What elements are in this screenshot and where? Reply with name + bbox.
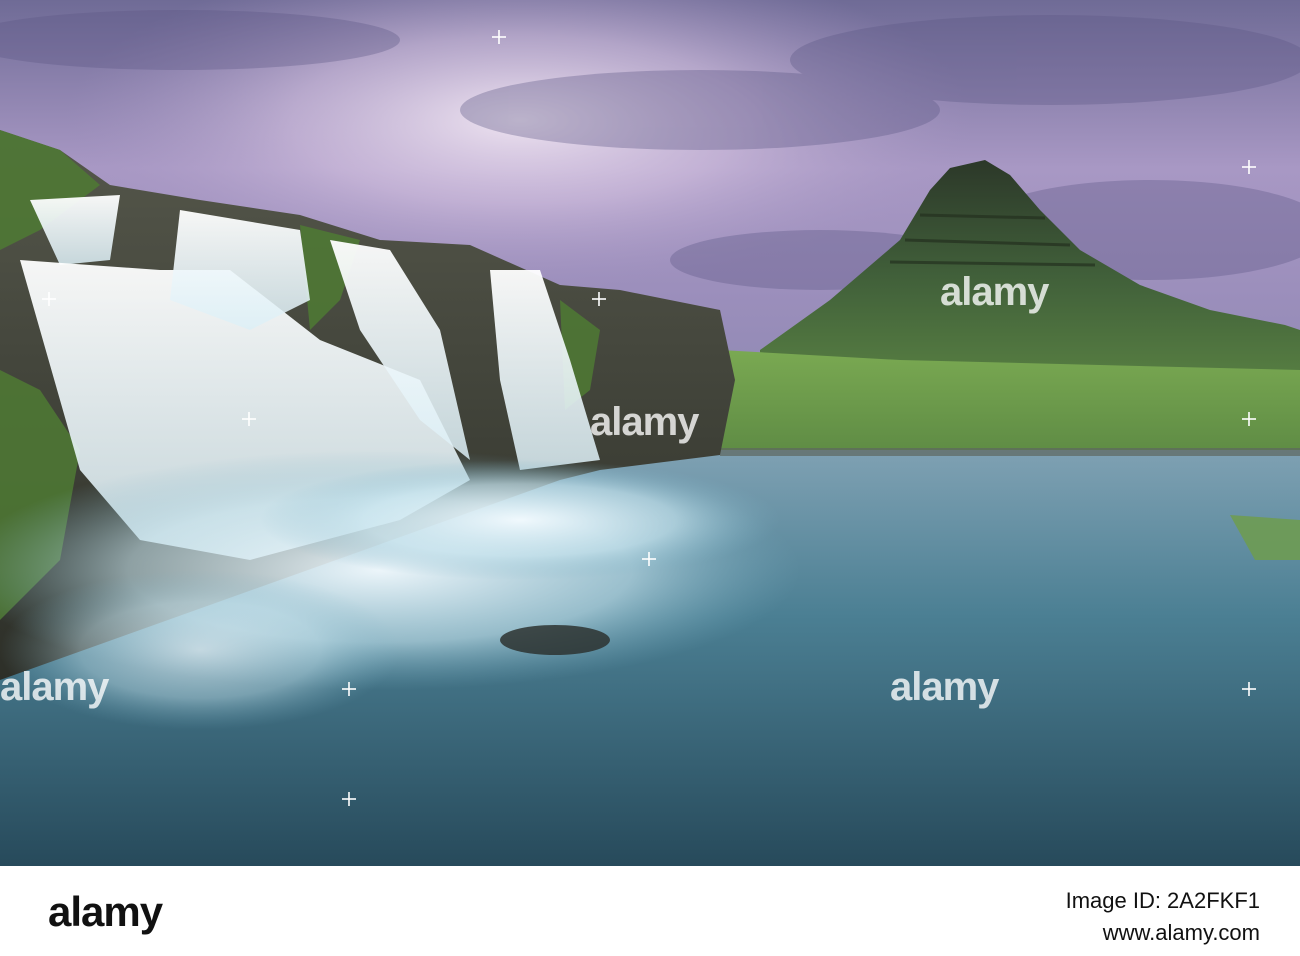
watermark-plus-icon (592, 292, 606, 306)
river-bank (720, 448, 1300, 456)
watermark-plus-icon (42, 292, 56, 306)
watermark-plus-icon (1242, 412, 1256, 426)
image-id: Image ID: 2A2FKF1 (1065, 888, 1260, 913)
footer-bar: alamy Image ID: 2A2FKF1 www.alamy.com (0, 866, 1300, 956)
watermark-plus-icon (642, 552, 656, 566)
watermark-bottom-right: alamy (890, 665, 999, 709)
watermark-center: alamy (590, 400, 699, 444)
foam-spray (260, 460, 780, 580)
watermark-plus-icon (492, 30, 506, 44)
river-rock (500, 625, 610, 655)
watermark-plus-icon (242, 412, 256, 426)
site-url[interactable]: www.alamy.com (1103, 920, 1260, 946)
watermark-plus-icon (1242, 160, 1256, 174)
watermark-bottom-left: alamy (0, 665, 109, 709)
watermark-plus-icon (1242, 682, 1256, 696)
alamy-logo: alamy (48, 888, 163, 935)
watermark-plus-icon (342, 792, 356, 806)
stock-photo: alamy alamy alamy alamy (0, 0, 1300, 866)
watermark-plus-icon (342, 682, 356, 696)
watermark-top-right: alamy (940, 270, 1049, 314)
